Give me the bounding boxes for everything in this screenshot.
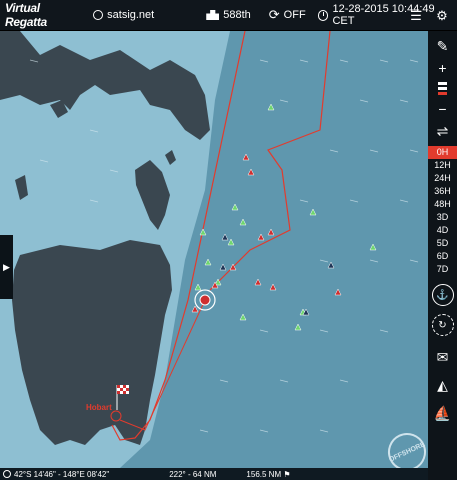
zoom-in-button[interactable]: + xyxy=(428,57,457,79)
distance-display: 156.5 NM ⚑ xyxy=(246,470,290,479)
route-icon: ↻ xyxy=(438,319,447,331)
bottom-status-bar: 42°S 14'46" - 148°E 08'42" 222° - 64 NM … xyxy=(0,468,428,480)
messages-button[interactable]: ✉ xyxy=(428,346,457,368)
time-option-6d[interactable]: 6D xyxy=(428,250,457,263)
zoom-in-icon: + xyxy=(438,60,447,76)
filter-icon: ⇌ xyxy=(436,122,449,139)
boat-icon: ◭ xyxy=(437,376,448,393)
chevron-right-icon: ▶ xyxy=(3,261,10,272)
site-label: satsig.net xyxy=(107,9,155,21)
gear-icon: ⚙ xyxy=(436,7,448,23)
zoom-out-icon: − xyxy=(438,101,447,117)
clock-icon xyxy=(317,9,329,21)
zoom-level-indicator xyxy=(438,82,447,95)
zoom-out-button[interactable]: − xyxy=(428,98,457,120)
zoom-step xyxy=(438,87,447,90)
crew-icon: ⚓ xyxy=(436,289,449,301)
site-link[interactable]: satsig.net xyxy=(93,9,154,21)
city-label-hobart: Hobart xyxy=(86,403,112,412)
time-option-48h[interactable]: 48H xyxy=(428,198,457,211)
route-button[interactable]: ↻ xyxy=(431,314,454,336)
zoom-step xyxy=(438,82,447,85)
forecast-time-list: 0H 12H 24H 36H 48H 3D 4D 5D 6D 7D xyxy=(428,146,457,276)
mail-icon: ✉ xyxy=(436,348,449,365)
app-logo: Virtual Regatta xyxy=(5,1,47,29)
compose-icon: ✎ xyxy=(436,37,449,54)
top-bar: Virtual Regatta satsig.net 588th ⟳ OFF 1… xyxy=(0,0,457,31)
boat-settings-button[interactable]: ⛵ xyxy=(428,402,457,424)
compose-button[interactable]: ✎ xyxy=(428,35,457,57)
sail-icon: ⛵ xyxy=(433,404,452,421)
position-display: 42°S 14'46" - 148°E 08'42" xyxy=(3,470,109,479)
right-sidebar: ✎ + − ⇌ 0H 12H 24H 36H 48H 3D 4D 5D 6D 7… xyxy=(428,31,457,480)
boat-button[interactable]: ◭ xyxy=(428,374,457,396)
offshore-badge-label: OFFSHORE xyxy=(387,440,427,464)
sync-icon: ⟳ xyxy=(268,7,280,22)
distance-value: 156.5 NM xyxy=(246,469,282,479)
map-view[interactable]: Hobart OFFSHORE xyxy=(0,31,428,468)
heading-display: 222° - 64 NM xyxy=(169,469,217,479)
settings-button[interactable]: ⚙ xyxy=(431,5,453,27)
left-panel-toggle[interactable]: ▶ xyxy=(0,235,13,299)
time-option-12h[interactable]: 12H xyxy=(428,159,457,172)
time-option-4d[interactable]: 4D xyxy=(428,224,457,237)
crew-button[interactable]: ⚓ xyxy=(431,284,454,306)
position-icon xyxy=(3,470,11,478)
map-canvas[interactable] xyxy=(0,31,428,468)
time-option-24h[interactable]: 24H xyxy=(428,172,457,185)
sync-status: OFF xyxy=(283,9,306,21)
time-option-0h[interactable]: 0H xyxy=(428,146,457,159)
globe-icon xyxy=(93,10,104,20)
time-option-5d[interactable]: 5D xyxy=(428,237,457,250)
zoom-step-active xyxy=(438,92,447,95)
sync-toggle[interactable]: ⟳ OFF xyxy=(269,7,306,23)
position-value: 42°S 14'46" - 148°E 08'42" xyxy=(14,469,110,479)
time-option-36h[interactable]: 36H xyxy=(428,185,457,198)
rank-display[interactable]: 588th xyxy=(206,9,251,21)
filter-button[interactable]: ⇌ xyxy=(428,120,457,142)
time-option-3d[interactable]: 3D xyxy=(428,211,457,224)
flag-icon: ⚑ xyxy=(283,469,291,479)
ranking-icon xyxy=(206,10,220,20)
time-option-7d[interactable]: 7D xyxy=(428,263,457,276)
menu-button[interactable]: ☰ xyxy=(405,5,427,27)
rank-value: 588th xyxy=(223,9,251,21)
hamburger-icon: ☰ xyxy=(410,7,422,23)
